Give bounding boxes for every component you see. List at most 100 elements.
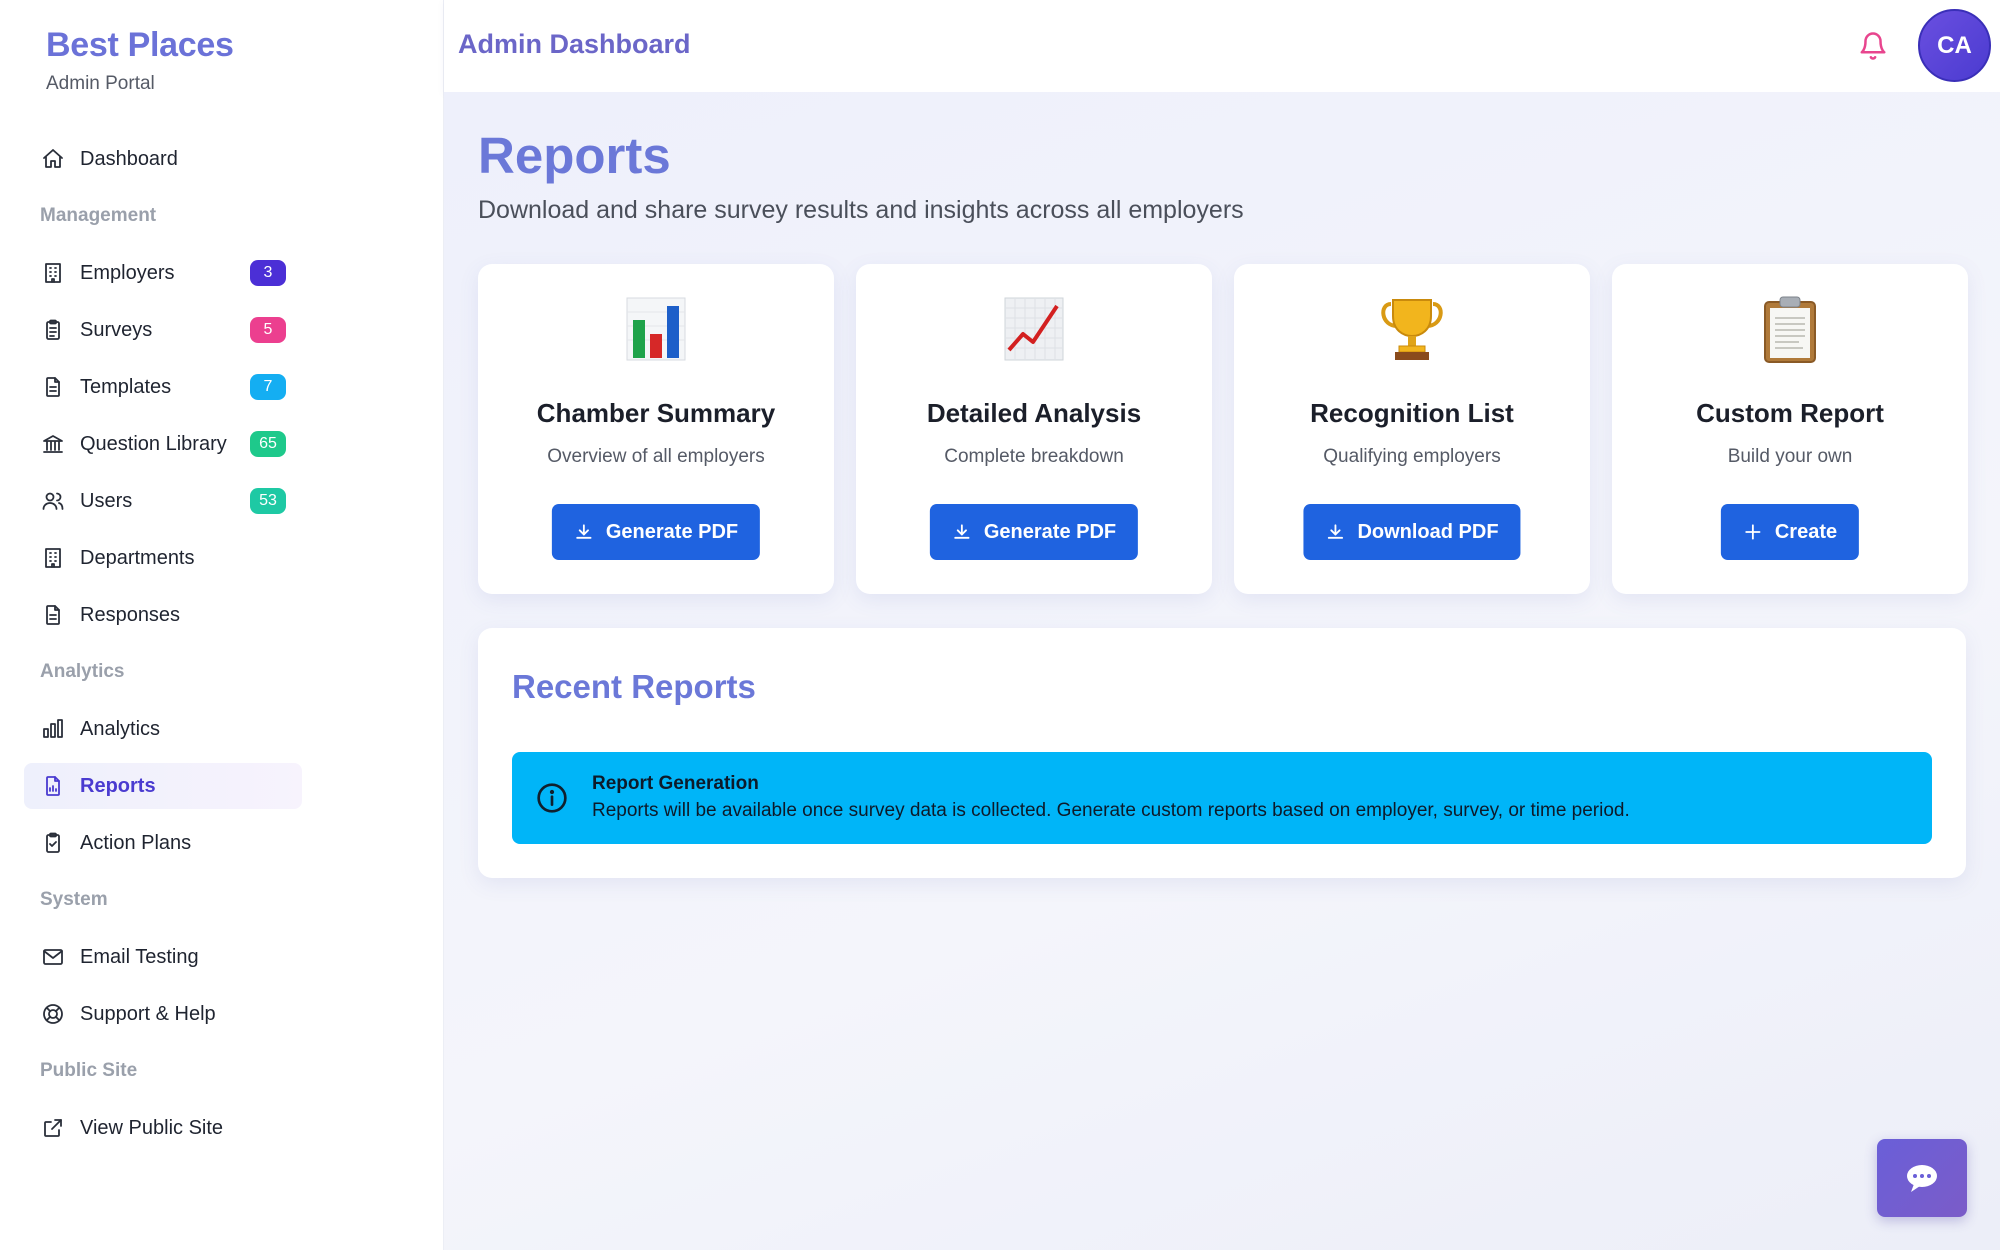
card-title: Custom Report <box>1696 398 1884 428</box>
card-title: Detailed Analysis <box>926 398 1142 428</box>
lifebuoy-icon <box>40 1001 66 1027</box>
sidebar-item-departments[interactable]: Departments <box>24 535 302 581</box>
sidebar-item-reports[interactable]: Reports <box>24 763 302 809</box>
document-icon <box>40 602 66 628</box>
sidebar-item-label: Dashboard <box>80 147 178 170</box>
sidebar-item-question-library[interactable]: Question Library 65 <box>24 421 302 467</box>
sidebar-section-system: System <box>40 889 108 910</box>
topbar: Admin Dashboard CA <box>444 0 2000 92</box>
sidebar-item-action-plans[interactable]: Action Plans <box>24 820 302 866</box>
sidebar-item-analytics[interactable]: Analytics <box>24 706 302 752</box>
sidebar-item-label: Surveys <box>80 318 153 341</box>
card-title: Recognition List <box>1310 398 1514 428</box>
count-badge: 7 <box>250 374 286 400</box>
sidebar-item-surveys[interactable]: Surveys 5 <box>24 307 302 353</box>
sidebar-item-label: View Public Site <box>80 1116 224 1139</box>
line-chart-emoji-icon <box>856 294 1212 364</box>
card-description: Qualifying employers <box>1323 446 1501 467</box>
download-pdf-button[interactable]: Download PDF <box>1303 504 1521 560</box>
info-icon <box>536 782 568 814</box>
alert-title: Report Generation <box>592 773 759 794</box>
sidebar-section-analytics: Analytics <box>40 661 125 682</box>
sidebar-item-label: Reports <box>80 774 156 797</box>
document-icon <box>40 374 66 400</box>
header-title: Admin Dashboard <box>458 29 691 59</box>
brand-title[interactable]: Best Places <box>46 26 234 65</box>
count-badge: 53 <box>250 488 286 514</box>
recent-reports-panel: Recent Reports Report Generation Reports… <box>478 628 1966 878</box>
report-card: Chamber Summary Overview of all employer… <box>478 264 834 594</box>
sidebar-item-employers[interactable]: Employers 3 <box>24 250 302 296</box>
create-button[interactable]: Create <box>1720 504 1860 560</box>
sidebar-nav: Dashboard Management Employers 3 Surveys 5 Tem… <box>24 136 302 1162</box>
sidebar-item-label: Templates <box>80 375 172 398</box>
sidebar-item-label: Departments <box>80 546 195 569</box>
button-label: Download PDF <box>1357 520 1499 543</box>
count-badge: 65 <box>250 431 286 457</box>
sidebar-item-view-public-site[interactable]: View Public Site <box>24 1105 302 1151</box>
sidebar-section-management: Management <box>40 205 157 226</box>
main-content: Reports Download and share survey result… <box>444 92 2000 1250</box>
info-alert: Report Generation Reports will be availa… <box>512 752 1932 844</box>
sidebar-item-dashboard[interactable]: Dashboard <box>24 136 302 182</box>
sidebar-item-support-help[interactable]: Support & Help <box>24 991 302 1037</box>
sidebar-item-users[interactable]: Users 53 <box>24 478 302 524</box>
report-card: Custom Report Build your own Create <box>1612 264 1968 594</box>
mail-icon <box>40 944 66 970</box>
chat-bubble-icon <box>1907 1165 1937 1192</box>
sidebar-item-label: Support & Help <box>80 1002 216 1025</box>
button-label: Generate PDF <box>983 520 1117 543</box>
button-label: Generate PDF <box>605 520 739 543</box>
brand: Best Places Admin Portal <box>46 26 234 95</box>
sidebar-item-label: Email Testing <box>80 945 199 968</box>
alert-text: Reports will be available once survey da… <box>592 800 1630 821</box>
sidebar-item-responses[interactable]: Responses <box>24 592 302 638</box>
download-icon <box>1327 524 1344 539</box>
building-icon <box>40 545 66 571</box>
page-subtitle: Download and share survey results and in… <box>478 196 1244 224</box>
home-icon <box>40 146 66 172</box>
card-title: Chamber Summary <box>536 398 776 428</box>
sidebar-section-public-site: Public Site <box>40 1060 138 1081</box>
report-icon <box>40 773 66 799</box>
sidebar-item-templates[interactable]: Templates 7 <box>24 364 302 410</box>
clipboard-icon <box>40 317 66 343</box>
sidebar-item-email-testing[interactable]: Email Testing <box>24 934 302 980</box>
download-icon <box>954 524 970 539</box>
avatar[interactable]: CA <box>1918 9 1991 82</box>
sidebar-item-label: Users <box>80 489 133 512</box>
download-icon <box>576 524 592 539</box>
clipboard-emoji-icon <box>1612 294 1968 364</box>
users-icon <box>40 488 66 514</box>
recent-reports-title: Recent Reports <box>512 668 756 705</box>
bar-chart-emoji-icon <box>478 294 834 364</box>
external-link-icon <box>40 1115 66 1141</box>
brand-subtitle: Admin Portal <box>46 73 155 94</box>
building-icon <box>40 260 66 286</box>
count-badge: 5 <box>250 317 286 343</box>
bar-chart-icon <box>40 716 66 742</box>
card-description: Complete breakdown <box>944 446 1124 467</box>
sidebar-item-label: Responses <box>80 603 181 626</box>
bell-icon[interactable] <box>1858 30 1888 62</box>
chat-button[interactable] <box>1877 1139 1967 1217</box>
sidebar-item-label: Question Library <box>80 432 227 455</box>
report-cards: Chamber Summary Overview of all employer… <box>478 264 1968 594</box>
card-description: Build your own <box>1727 446 1853 467</box>
sidebar-item-label: Analytics <box>80 717 161 740</box>
report-card: Recognition List Qualifying employers Do… <box>1234 264 1590 594</box>
plus-icon <box>1745 524 1761 540</box>
generate-pdf-button[interactable]: Generate PDF <box>929 504 1139 560</box>
card-description: Overview of all employers <box>547 446 765 467</box>
clipboard-check-icon <box>40 830 66 856</box>
sidebar: Best Places Admin Portal Dashboard Manage… <box>0 0 444 1250</box>
count-badge: 3 <box>250 260 286 286</box>
library-icon <box>40 431 66 457</box>
button-label: Create <box>1774 520 1838 543</box>
sidebar-item-label: Employers <box>80 261 175 284</box>
trophy-icon <box>1234 294 1590 364</box>
page-title: Reports <box>478 127 671 184</box>
report-card: Detailed Analysis Complete breakdown Gen… <box>856 264 1212 594</box>
sidebar-item-label: Action Plans <box>80 831 192 854</box>
generate-pdf-button[interactable]: Generate PDF <box>551 504 761 560</box>
